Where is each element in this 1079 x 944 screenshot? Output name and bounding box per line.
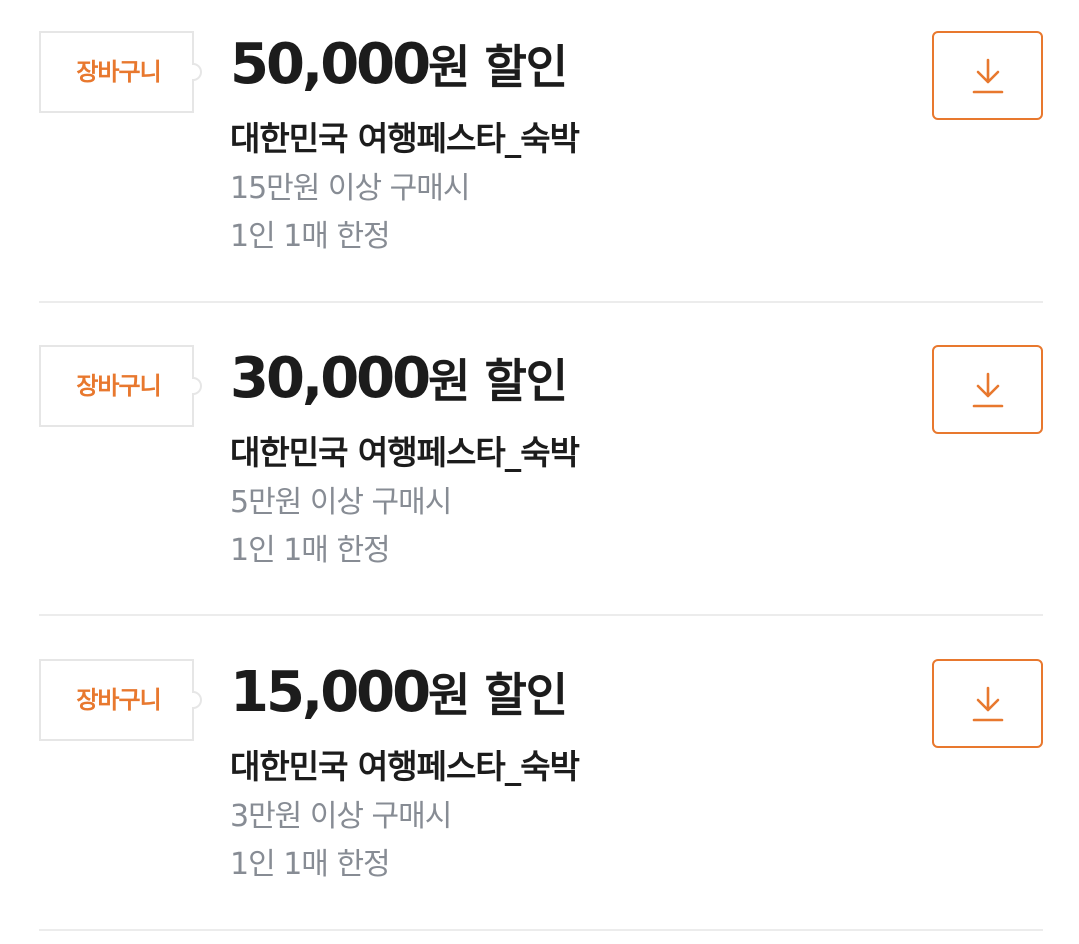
discount-suffix: 원 할인 [428, 40, 568, 94]
coupon-title: 대한민국 여행페스타_숙박 [230, 433, 580, 472]
coupon-list: 장바구니 50,000원 할인 대한민국 여행페스타_숙박 15만원 이상 구매… [39, 0, 1043, 931]
download-coupon-button[interactable] [932, 659, 1043, 748]
download-coupon-button[interactable] [932, 345, 1043, 434]
download-icon [972, 686, 1003, 721]
coupon-limit: 1인 1매 한정 [230, 533, 391, 568]
coupon-title: 대한민국 여행페스타_숙박 [230, 119, 580, 158]
coupon-title: 대한민국 여행페스타_숙박 [230, 747, 580, 786]
coupon-item: 장바구니 50,000원 할인 대한민국 여행페스타_숙박 15만원 이상 구매… [39, 0, 1043, 303]
coupon-type-tag: 장바구니 [39, 659, 202, 741]
coupon-limit: 1인 1매 한정 [230, 847, 391, 882]
coupon-limit: 1인 1매 한정 [230, 219, 391, 254]
ticket-notch-cover [190, 65, 194, 79]
coupon-condition: 5만원 이상 구매시 [230, 485, 452, 520]
coupon-type-label: 장바구니 [76, 372, 161, 400]
download-coupon-button[interactable] [932, 31, 1043, 120]
discount-value: 50,000 [230, 32, 431, 97]
download-icon [972, 58, 1003, 93]
discount-value: 30,000 [230, 346, 431, 411]
coupon-type-label: 장바구니 [76, 686, 161, 714]
ticket-notch-cover [190, 693, 194, 707]
coupon-type-label: 장바구니 [76, 58, 161, 86]
coupon-item: 장바구니 15,000원 할인 대한민국 여행페스타_숙박 3만원 이상 구매시… [39, 616, 1043, 931]
discount-value: 15,000 [230, 660, 431, 725]
discount-amount: 15,000원 할인 [230, 658, 568, 730]
discount-amount: 50,000원 할인 [230, 30, 568, 102]
download-icon [972, 372, 1003, 407]
discount-amount: 30,000원 할인 [230, 344, 568, 416]
discount-suffix: 원 할인 [428, 354, 568, 408]
ticket-notch-cover [190, 379, 194, 393]
coupon-condition: 15만원 이상 구매시 [230, 171, 470, 206]
coupon-condition: 3만원 이상 구매시 [230, 799, 452, 834]
coupon-type-tag: 장바구니 [39, 345, 202, 427]
coupon-item: 장바구니 30,000원 할인 대한민국 여행페스타_숙박 5만원 이상 구매시… [39, 303, 1043, 616]
coupon-type-tag: 장바구니 [39, 31, 202, 113]
discount-suffix: 원 할인 [428, 668, 568, 722]
